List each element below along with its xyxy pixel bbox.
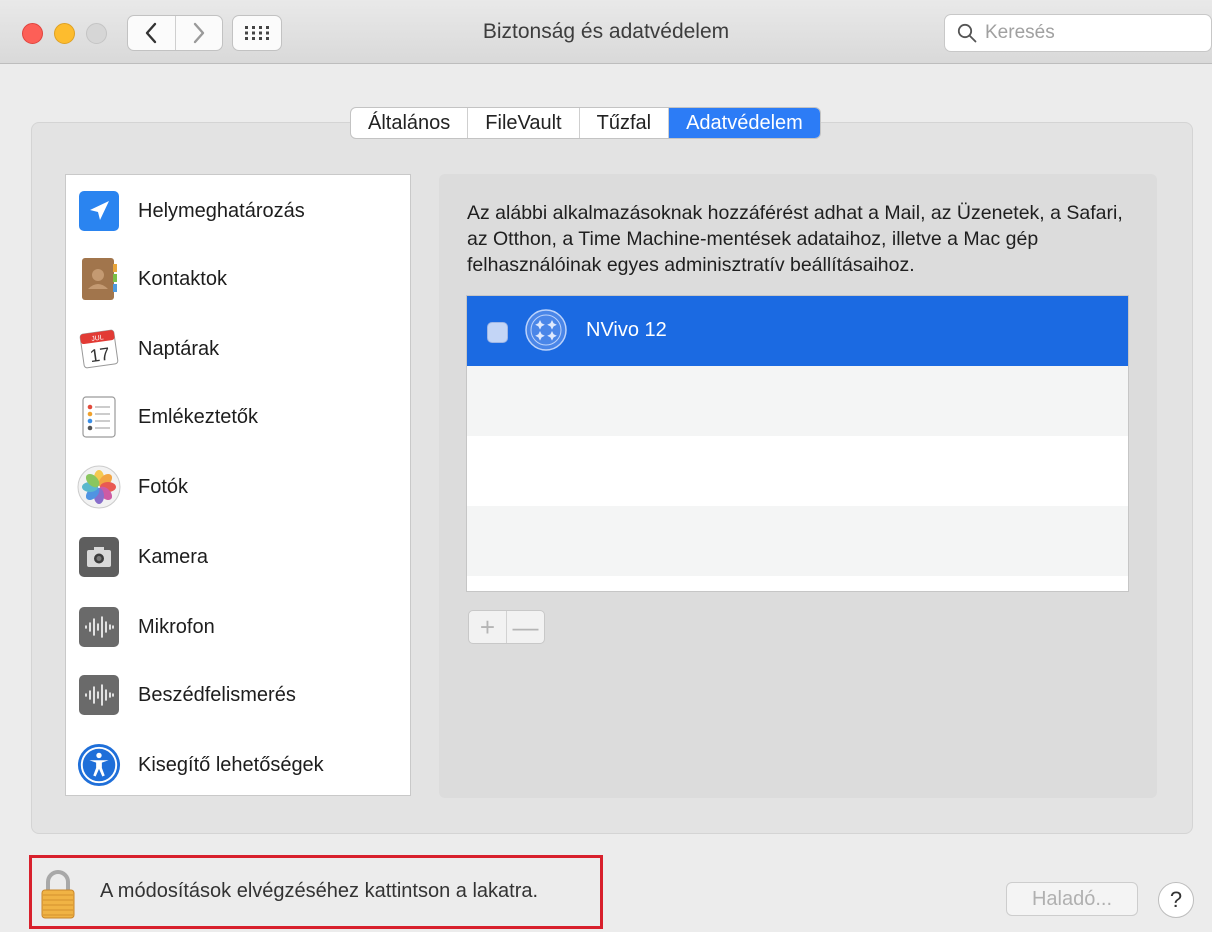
advanced-button[interactable]: Haladó... <box>1006 882 1138 916</box>
nvivo-app-icon <box>524 308 568 357</box>
sidebar-item-label: Beszédfelismerés <box>138 683 296 706</box>
sidebar-item-speech-recognition[interactable]: Beszédfelismerés <box>66 665 410 725</box>
app-list[interactable]: NVivo 12 <box>466 295 1129 592</box>
search-placeholder: Keresés <box>985 22 1055 43</box>
app-access-checkbox[interactable] <box>487 322 508 343</box>
sidebar-item-reminders[interactable]: Emlékeztetők <box>66 387 410 447</box>
location-arrow-icon <box>77 189 121 233</box>
speech-recognition-icon <box>77 673 121 717</box>
sidebar-item-label: Fotók <box>138 475 189 498</box>
sidebar-item-microphone[interactable]: Mikrofon <box>66 597 410 657</box>
remove-app-button[interactable]: — <box>506 611 544 643</box>
sidebar-item-camera[interactable]: Kamera <box>66 527 410 587</box>
app-name: NVivo 12 <box>586 319 667 341</box>
privacy-category-list[interactable]: Helymeghatározás Kontaktok JUL 17 Naptár… <box>65 174 411 796</box>
privacy-description: Az alábbi alkalmazásoknak hozzáférést ad… <box>467 202 1123 276</box>
calendar-icon: JUL 17 <box>77 327 121 371</box>
empty-row <box>467 506 1128 576</box>
photos-icon <box>77 465 121 509</box>
tab-privacy[interactable]: Adatvédelem <box>669 108 820 138</box>
sidebar-item-location[interactable]: Helymeghatározás <box>66 181 410 241</box>
add-remove-control: + — <box>468 610 545 644</box>
tab-filevault[interactable]: FileVault <box>468 108 580 138</box>
camera-icon <box>77 535 121 579</box>
lock-highlight: A módosítások elvégzéséhez kattintson a … <box>29 855 603 929</box>
padlock-icon[interactable] <box>40 869 76 926</box>
lock-instruction-text: A módosítások elvégzéséhez kattintson a … <box>100 880 539 902</box>
tab-general[interactable]: Általános <box>351 108 469 138</box>
tab-bar: Általános FileVault Tűzfal Adatvédelem <box>350 107 821 139</box>
search-field[interactable]: Keresés <box>944 14 1212 52</box>
reminders-icon <box>77 395 121 439</box>
sidebar-item-label: Kontaktok <box>138 267 227 290</box>
calendar-day-text: 17 <box>89 344 112 367</box>
sidebar-item-photos[interactable]: Fotók <box>66 457 410 517</box>
empty-row <box>467 436 1128 506</box>
sidebar-item-label: Mikrofon <box>138 615 215 638</box>
help-button[interactable]: ? <box>1158 882 1194 918</box>
microphone-waveform-icon <box>77 605 121 649</box>
sidebar-item-label: Kisegítő lehetőségek <box>138 753 324 776</box>
sidebar-item-label: Naptárak <box>138 337 220 360</box>
title-bar: Biztonság és adatvédelem Keresés <box>0 0 1212 64</box>
tab-firewall[interactable]: Tűzfal <box>580 108 670 138</box>
sidebar-item-calendars[interactable]: JUL 17 Naptárak <box>66 319 410 379</box>
contacts-book-icon <box>77 257 121 301</box>
sidebar-item-label: Kamera <box>138 545 209 568</box>
empty-row <box>467 366 1128 436</box>
accessibility-icon <box>77 743 121 787</box>
sidebar-item-accessibility[interactable]: Kisegítő lehetőségek <box>66 735 410 795</box>
search-icon <box>957 23 977 43</box>
app-row-nvivo[interactable]: NVivo 12 <box>467 296 1128 366</box>
sidebar-item-label: Helymeghatározás <box>138 199 305 222</box>
sidebar-item-label: Emlékeztetők <box>138 405 259 428</box>
sidebar-item-contacts[interactable]: Kontaktok <box>66 249 410 309</box>
add-app-button[interactable]: + <box>469 611 506 643</box>
